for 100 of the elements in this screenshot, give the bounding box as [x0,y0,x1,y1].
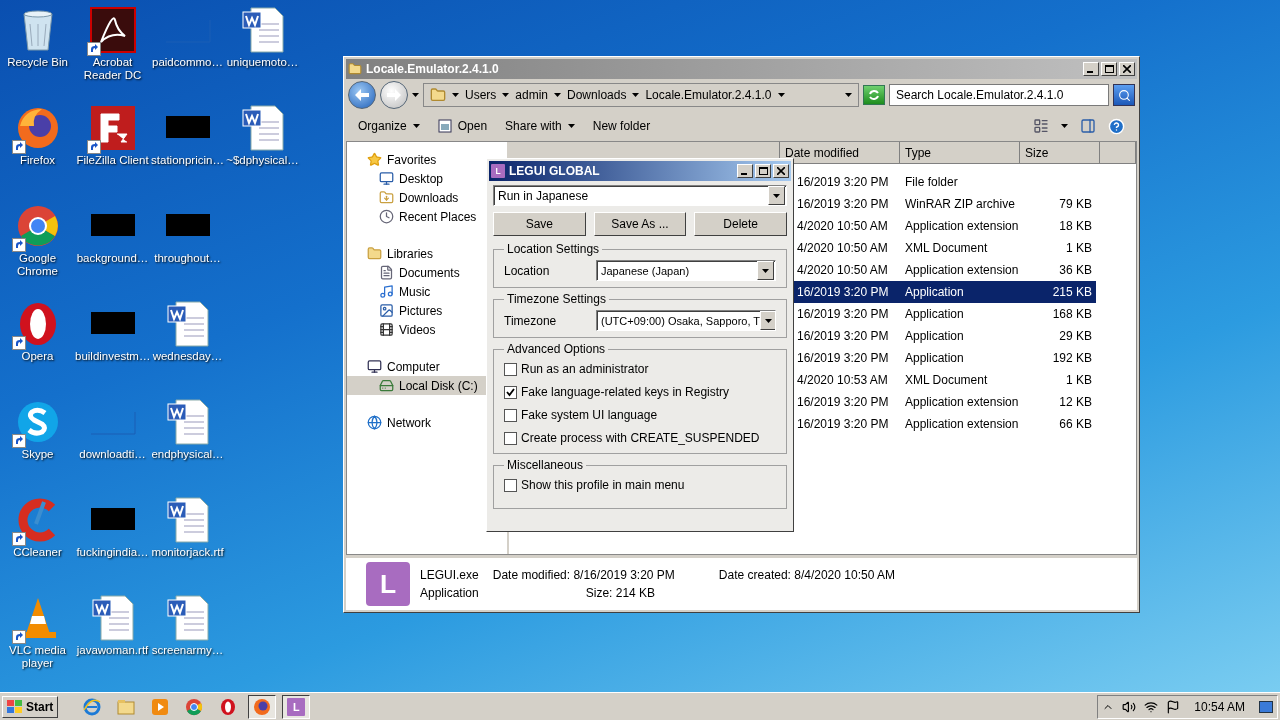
desktop-icon-label[interactable]: fuckingindia… [75,546,150,559]
field-label: Location [504,263,550,278]
desktop-icon-label[interactable]: Acrobat Reader DC [75,56,150,82]
dialog-button[interactable]: Delete [694,212,787,236]
speaker-icon[interactable] [1122,699,1137,714]
desktop-icon-label[interactable]: CCleaner [0,546,75,559]
desktop-icon-label[interactable]: monitorjack.rtf [150,546,225,559]
option-checkbox[interactable]: Create process with CREATE_SUSPENDED [504,429,776,447]
desktop-icon-label[interactable]: stationpricin… [150,154,225,167]
column-header[interactable]: Type [900,142,1020,164]
refresh-button[interactable] [863,85,885,105]
start-button[interactable]: Start [2,695,59,718]
forward-button[interactable] [380,81,408,109]
folder-download-icon [379,190,394,205]
profile-select[interactable]: Run in Japanese [493,185,787,206]
option-checkbox[interactable]: Fake system UI language [504,406,776,424]
size-cell-text: 18 KB [1058,218,1093,235]
size-cell-text: 12 KB [1058,394,1093,411]
separator-caret-icon [452,93,459,97]
column-header[interactable]: Size [1020,142,1100,164]
desktop-icon-label[interactable]: Opera [0,350,75,363]
help-icon[interactable] [1108,117,1125,135]
close-button[interactable] [1119,62,1135,76]
desktop-icon-label[interactable]: FileZilla Client [75,154,150,167]
app-icon: L [287,697,306,716]
taskbar-app-button[interactable]: L [282,694,311,719]
breadcrumb-item[interactable]: admin [515,88,549,102]
search-button[interactable] [1113,84,1135,106]
search-field[interactable]: Search Locale.Emulator.2.4.1.0 [889,84,1109,106]
size-cell-text: 1 KB [1065,372,1093,389]
desktop-icon-label[interactable]: wednesday… [150,350,225,363]
dialog-button[interactable]: Save As ... [593,212,687,236]
nav-item[interactable]: Libraries [347,244,507,263]
checkbox[interactable] [504,478,517,492]
maximize-button[interactable] [1101,62,1117,76]
flag-icon[interactable] [1166,699,1181,714]
minimize-button[interactable] [1083,62,1099,76]
desktop-icon-label[interactable]: uniquemoto… [225,56,300,69]
desktop-icon-label[interactable]: downloadti… [75,448,150,461]
date-cell-text: 4/2020 10:50 AM [796,218,889,235]
desktop-icon-label[interactable]: Firefox [0,154,75,167]
file-type: Application [420,586,479,600]
option-checkbox[interactable]: Show this profile in main menu [504,476,776,494]
minimize-button[interactable] [737,164,753,178]
back-button[interactable] [348,81,376,109]
close-button[interactable] [773,164,789,178]
breadcrumb-item[interactable]: Downloads [567,88,627,102]
toolbar-button[interactable]: Open [437,119,488,133]
nav-item[interactable]: Music [347,282,507,301]
desktop-icon-label[interactable]: Google Chrome [0,252,75,278]
firefox-icon [253,697,272,716]
toolbar-button[interactable]: Share with [505,119,575,133]
desktop-icon-label[interactable]: paidcommo… [150,56,225,69]
caret-icon [567,124,575,128]
desktop-icon-label[interactable]: background… [75,252,150,265]
app-icon: L [491,164,505,178]
maximize-icon [758,167,768,175]
dialog-button[interactable]: Save [493,212,586,236]
date-cell-text: 4/2020 10:50 AM [796,240,889,257]
desktop-icon-label[interactable]: buildinvestm… [75,350,150,363]
type-cell-text: XML Document [904,240,989,257]
size-cell-text: 36 KB [1058,262,1093,279]
caret-icon [412,124,420,128]
view-list-icon[interactable] [1033,118,1049,134]
music-note-icon [379,284,394,299]
maximize-icon [1104,65,1114,73]
desktop-icon-label[interactable]: endphysical… [150,448,225,461]
breadcrumb-item[interactable]: Locale.Emulator.2.4.1.0 [645,88,772,102]
setting-select[interactable]: (UTC+09:00) Osaka, Sapporo, T [596,310,776,331]
desktop-icon-label[interactable]: throughout… [150,252,225,265]
checkbox[interactable] [504,362,517,376]
date-cell-text: 16/2019 3:20 PM [796,174,890,191]
desktop-icon-label[interactable]: VLC media player [0,644,75,670]
date-cell-text: 16/2019 3:20 PM [796,306,890,323]
checkbox[interactable] [504,408,517,422]
desktop-icon-label[interactable]: Recycle Bin [0,56,75,69]
maximize-button[interactable] [755,164,771,178]
desktop-icon-label[interactable]: ~$dphysical… [225,154,300,167]
address-bar[interactable]: Users admin Downloads Locale.Emulator.2.4.1.0 [423,83,859,107]
clock-time[interactable]: 10:54 AM [1194,699,1245,714]
type-cell-text: XML Document [904,372,989,389]
desktop-icon-label[interactable]: Skype [0,448,75,461]
separator-caret-icon [632,93,640,97]
size-cell-text: 1 KB [1065,240,1093,257]
preview-pane-icon[interactable] [1080,118,1096,134]
checkbox[interactable] [504,431,517,445]
checkbox[interactable] [504,385,517,399]
breadcrumb-item[interactable]: Users [465,88,497,102]
option-checkbox[interactable]: Fake language-related keys in Registry [504,383,776,401]
nav-item[interactable]: Network [347,413,507,432]
show-desktop-icon[interactable] [1259,700,1273,713]
setting-select[interactable]: Japanese (Japan) [596,260,776,281]
acrobat-icon [88,6,137,54]
network-icon[interactable] [1144,699,1159,714]
toolbar-button[interactable]: Organize [358,119,420,133]
taskbar-app-button[interactable] [248,694,277,719]
option-checkbox[interactable]: Run as an administrator [504,360,776,378]
caret-icon [765,318,773,323]
nav-item[interactable]: Computer [347,357,507,376]
toolbar-button[interactable]: New folder [592,119,651,133]
